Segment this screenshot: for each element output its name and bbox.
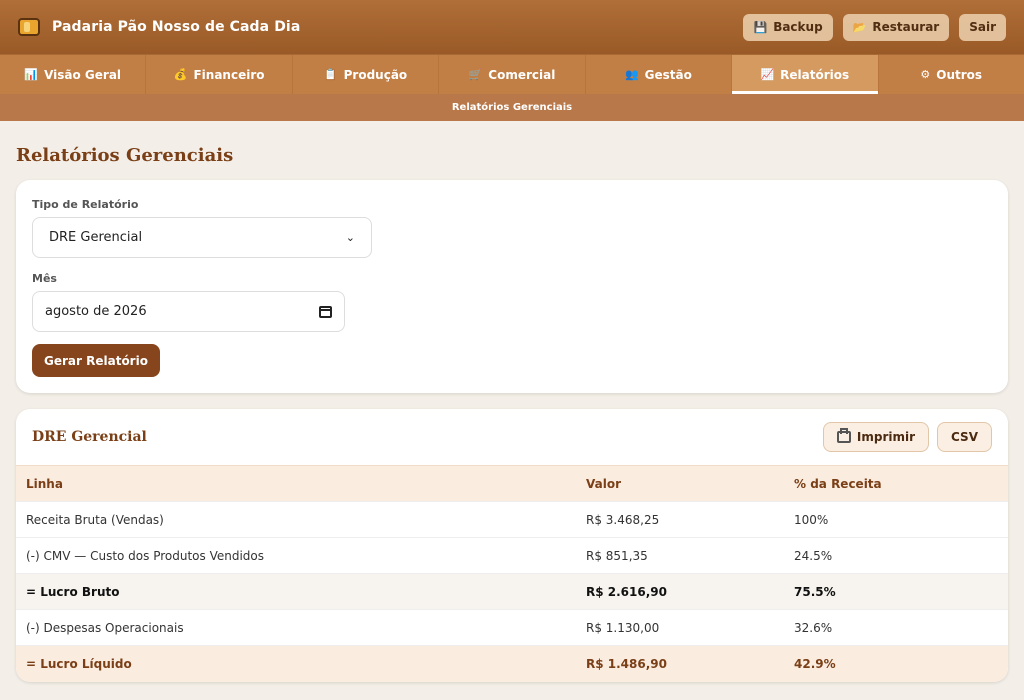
trend-icon: 📈 [760,68,775,81]
row-percent: 100% [784,501,1008,538]
row-value: R$ 2.616,90 [576,573,784,610]
folder-icon: 📂 [852,20,867,34]
tab-label: Produção [343,67,408,82]
report-actions: Imprimir CSV [822,422,992,452]
tab-label: Outros [936,67,983,82]
main-content: Relatórios Gerenciais Tipo de Relatório … [0,121,1024,682]
floppy-icon: 💾 [753,20,768,34]
table-row: Receita Bruta (Vendas) R$ 3.468,25 100% [16,501,1008,538]
page-title: Relatórios Gerenciais [16,145,234,166]
calendar-icon[interactable] [319,305,332,318]
generate-report-button[interactable]: Gerar Relatório [32,344,160,377]
print-button-label: Imprimir [856,430,916,444]
logout-button-label: Sair [969,20,996,34]
row-line: (-) CMV — Custo dos Produtos Vendidos [16,537,576,574]
sub-navigation: Relatórios Gerenciais [0,94,1024,121]
table-row-gross-profit: = Lucro Bruto R$ 2.616,90 75.5% [16,573,1008,610]
report-title: DRE Gerencial [32,429,147,445]
tab-producao[interactable]: 📋 Produção [293,55,440,94]
brand: Padaria Pão Nosso de Cada Dia [18,18,300,36]
tab-label: Visão Geral [44,67,122,82]
tab-gestao[interactable]: 👥 Gestão [586,55,733,94]
month-input[interactable]: agosto de 2026 [32,291,345,332]
printer-icon [836,428,851,443]
gear-icon: ⚙ [920,68,931,81]
report-card: DRE Gerencial Imprimir CSV Linha Valor %… [16,409,1008,682]
tab-visao-geral[interactable]: 📊 Visão Geral [0,55,147,94]
report-type-value: DRE Gerencial [49,230,143,245]
top-bar: Padaria Pão Nosso de Cada Dia 💾 Backup 📂… [0,0,1024,54]
restore-button-label: Restaurar [872,20,940,34]
column-header-line: Linha [16,465,576,502]
row-line: (-) Despesas Operacionais [16,609,576,646]
report-header: DRE Gerencial Imprimir CSV [16,409,1008,465]
column-header-value: Valor [576,465,784,502]
row-line: = Lucro Líquido [16,645,576,682]
dre-table: Linha Valor % da Receita Receita Bruta (… [16,465,1008,682]
report-type-label: Tipo de Relatório [32,198,139,211]
header-actions: 💾 Backup 📂 Restaurar Sair [743,13,1006,41]
tab-label: Gestão [644,67,692,82]
row-value: R$ 3.468,25 [576,501,784,538]
chevron-down-icon: ⌄ [345,231,355,244]
row-value: R$ 1.130,00 [576,609,784,646]
subnav-item-relatorios-gerenciais[interactable]: Relatórios Gerenciais [452,102,572,113]
restore-button[interactable]: 📂 Restaurar [842,13,950,41]
tab-comercial[interactable]: 🛒 Comercial [439,55,586,94]
cart-icon: 🛒 [468,68,483,81]
clipboard-icon: 📋 [323,68,338,81]
row-percent: 24.5% [784,537,1008,574]
tab-outros[interactable]: ⚙ Outros [879,55,1024,94]
tab-label: Comercial [488,67,556,82]
print-button[interactable]: Imprimir [822,422,930,452]
row-value: R$ 851,35 [576,537,784,574]
column-header-percent: % da Receita [784,465,1008,502]
row-percent: 42.9% [784,645,1008,682]
people-icon: 👥 [624,68,639,81]
month-value: agosto de 2026 [45,304,147,319]
row-value: R$ 1.486,90 [576,645,784,682]
csv-button-label: CSV [951,430,978,444]
app-title: Padaria Pão Nosso de Cada Dia [52,19,301,35]
table-row: (-) CMV — Custo dos Produtos Vendidos R$… [16,537,1008,574]
tab-financeiro[interactable]: 💰 Financeiro [146,55,293,94]
row-percent: 75.5% [784,573,1008,610]
main-tabs: 📊 Visão Geral 💰 Financeiro 📋 Produção 🛒 … [0,54,1024,94]
tab-label: Financeiro [193,67,265,82]
tab-label: Relatórios [780,67,850,82]
row-percent: 32.6% [784,609,1008,646]
row-line: Receita Bruta (Vendas) [16,501,576,538]
row-line: = Lucro Bruto [16,573,576,610]
month-label: Mês [32,272,57,285]
logout-button[interactable]: Sair [959,13,1006,41]
tab-relatorios[interactable]: 📈 Relatórios [732,55,879,94]
table-row-net-profit: = Lucro Líquido R$ 1.486,90 42.9% [16,645,1008,682]
chart-icon: 📊 [24,68,39,81]
csv-button[interactable]: CSV [937,422,992,452]
bread-logo-icon [18,18,40,36]
table-header-row: Linha Valor % da Receita [16,465,1008,502]
table-row: (-) Despesas Operacionais R$ 1.130,00 32… [16,609,1008,646]
backup-button-label: Backup [773,20,823,34]
report-type-select[interactable]: DRE Gerencial ⌄ [32,217,372,258]
report-form-card: Tipo de Relatório DRE Gerencial ⌄ Mês ag… [16,180,1008,393]
backup-button[interactable]: 💾 Backup [743,13,833,41]
money-bag-icon: 💰 [173,68,188,81]
